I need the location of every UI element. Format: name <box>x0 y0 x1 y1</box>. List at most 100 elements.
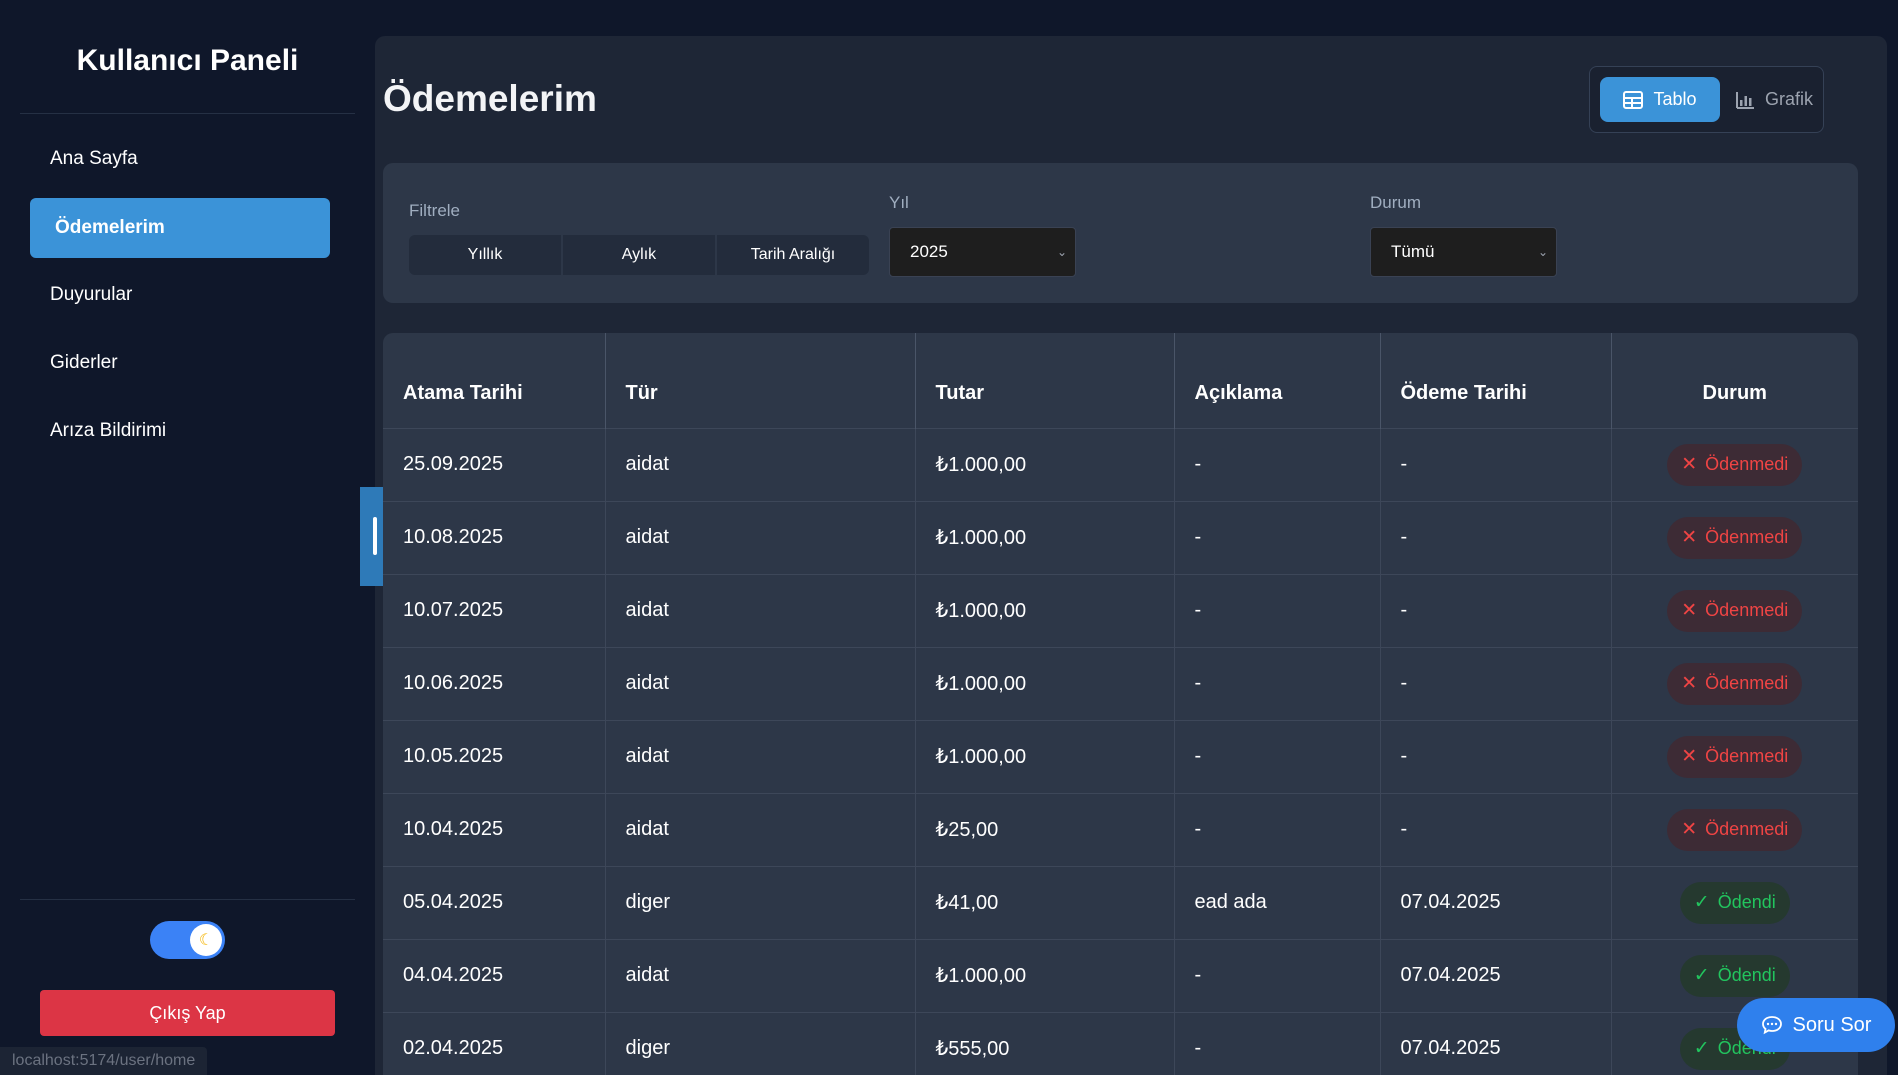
column-header-assign-date[interactable]: Atama Tarihi <box>383 333 606 428</box>
cell-assign-date: 10.07.2025 <box>383 573 606 647</box>
help-button[interactable]: Soru Sor <box>1737 998 1895 1052</box>
chevron-down-icon: ⌄ <box>1056 245 1067 259</box>
filter-period-segment: Yıllık Aylık Tarih Aralığı <box>409 235 869 275</box>
cell-amount: ₺1.000,00 <box>915 573 1175 647</box>
table-row: 10.06.2025 aidat ₺1.000,00- - ✕ Ödenmedi <box>383 646 1858 720</box>
sidebar-title: Kullanıcı Paneli <box>76 44 299 77</box>
table-row: 25.09.2025 aidat ₺1.000,00- - ✕ Ödenmedi <box>383 427 1858 501</box>
moon-icon: ☾ <box>190 924 222 956</box>
theme-toggle[interactable]: ☾ <box>150 921 225 959</box>
check-icon: ✓ <box>1693 892 1710 913</box>
status-badge: ✕ Ödenmedi <box>1667 516 1803 559</box>
cell-assign-date: 02.04.2025 <box>383 1011 606 1075</box>
status-badge-label: Ödendi <box>1717 892 1776 912</box>
table-row: 10.08.2025 aidat ₺1.000,00- - ✕ Ödenmedi <box>383 500 1858 574</box>
cell-description: - <box>1174 573 1381 647</box>
close-icon: ✕ <box>1681 527 1698 548</box>
handle-grip-icon <box>373 517 377 555</box>
payments-table-panel: Atama Tarihi Tür Tutar Açıklama Ödeme Ta… <box>383 333 1858 1075</box>
cell-type: aidat <box>605 427 916 501</box>
column-header-payment-date[interactable]: Ödeme Tarihi <box>1380 333 1612 428</box>
cell-status: ✕ Ödenmedi <box>1611 500 1858 574</box>
chart-icon <box>1735 91 1754 109</box>
status-badge-label: Ödenmedi <box>1705 600 1789 620</box>
cell-amount: ₺1.000,00 <box>915 646 1175 720</box>
cell-description: - <box>1174 1011 1381 1075</box>
status-select[interactable]: Tümü ⌄ <box>1370 227 1557 277</box>
status-badge: ✕ Ödenmedi <box>1667 443 1803 486</box>
year-label: Yıl <box>889 193 909 212</box>
sidebar-item-duyurular[interactable]: Duyurular <box>30 265 330 325</box>
column-header-amount[interactable]: Tutar <box>915 333 1175 428</box>
cell-assign-date: 05.04.2025 <box>383 865 606 939</box>
cell-assign-date: 10.05.2025 <box>383 719 606 793</box>
status-badge-label: Ödenmedi <box>1705 527 1789 547</box>
sidebar-divider <box>20 899 355 900</box>
cell-type: aidat <box>605 792 916 866</box>
cell-status: ✕ Ödenmedi <box>1611 646 1858 720</box>
logout-button[interactable]: Çıkış Yap <box>40 990 335 1036</box>
cell-assign-date: 25.09.2025 <box>383 427 606 501</box>
table-header-row: Atama Tarihi Tür Tutar Açıklama Ödeme Ta… <box>383 333 1858 428</box>
cell-type: diger <box>605 865 916 939</box>
chart-view-button[interactable]: Grafik <box>1730 77 1818 122</box>
help-button-label: Soru Sor <box>1792 1013 1872 1036</box>
cell-status: ✓ Ödendi <box>1611 865 1858 939</box>
table-row: 05.04.2025 diger ₺41,00 ead ada 07.04.2025 ✓ Ö… <box>383 865 1858 939</box>
cell-amount: ₺1.000,00 <box>915 719 1175 793</box>
filter-date-range-button[interactable]: Tarih Aralığı <box>717 235 869 275</box>
year-select[interactable]: 2025 ⌄ <box>889 227 1076 277</box>
chart-view-label: Grafik <box>1764 89 1813 109</box>
cell-assign-date: 10.06.2025 <box>383 646 606 720</box>
status-url: localhost:5174/user/home <box>0 1047 208 1075</box>
page-title: Ödemelerim <box>383 78 597 119</box>
cell-type: aidat <box>605 573 916 647</box>
filter-monthly-button[interactable]: Aylık <box>563 235 715 275</box>
table-row: 10.07.2025 aidat ₺1.000,00- - ✕ Ödenmedi <box>383 573 1858 647</box>
chat-icon <box>1761 1016 1782 1035</box>
status-badge: ✓ Ödendi <box>1679 954 1790 997</box>
status-badge: ✕ Ödenmedi <box>1667 589 1803 632</box>
column-header-status[interactable]: Durum <box>1611 333 1858 428</box>
sidebar-item-odemelerim[interactable]: Ödemelerim <box>30 198 330 258</box>
table-icon <box>1623 90 1644 109</box>
cell-status: ✕ Ödenmedi <box>1611 427 1858 501</box>
status-badge: ✓ Ödendi <box>1679 881 1790 924</box>
cell-description: - <box>1174 938 1381 1012</box>
view-toggle: Tablo Grafik <box>1589 66 1824 133</box>
cell-payment-date: 07.04.2025 <box>1380 865 1612 939</box>
cell-status: ✕ Ödenmedi <box>1611 719 1858 793</box>
cell-description: - <box>1174 646 1381 720</box>
cell-description: - <box>1174 719 1381 793</box>
sidebar-item-ariza-bildirimi[interactable]: Arıza Bildirimi <box>30 401 330 461</box>
cell-assign-date: 04.04.2025 <box>383 938 606 1012</box>
table-row: 04.04.2025 aidat ₺1.000,00-07.04.2025 ✓ Öden… <box>383 938 1858 1012</box>
column-header-description[interactable]: Açıklama <box>1174 333 1381 428</box>
cell-payment-date: - <box>1380 427 1612 501</box>
cell-description: ead ada <box>1174 865 1381 939</box>
cell-payment-date: - <box>1380 792 1612 866</box>
cell-status: ✕ Ödenmedi <box>1611 792 1858 866</box>
year-select-value: 2025 <box>910 242 948 261</box>
filter-yearly-button[interactable]: Yıllık <box>409 235 561 275</box>
sidebar-item-ana-sayfa[interactable]: Ana Sayfa <box>30 129 330 189</box>
close-icon: ✕ <box>1681 454 1698 475</box>
status-label: Durum <box>1370 193 1422 212</box>
cell-payment-date: 07.04.2025 <box>1380 1011 1612 1075</box>
cell-description: - <box>1174 792 1381 866</box>
filter-panel: Filtrele Yıllık Aylık Tarih Aralığı Yıl … <box>383 163 1858 303</box>
sidebar-item-giderler[interactable]: Giderler <box>30 333 330 393</box>
check-icon: ✓ <box>1693 1038 1710 1060</box>
cell-amount: ₺25,00 <box>915 792 1175 866</box>
cell-payment-date: - <box>1380 573 1612 647</box>
cell-status: ✕ Ödenmedi <box>1611 573 1858 647</box>
sidebar-divider <box>20 113 355 114</box>
cell-payment-date: - <box>1380 646 1612 720</box>
status-badge: ✕ Ödenmedi <box>1667 662 1803 705</box>
cell-assign-date: 10.08.2025 <box>383 500 606 574</box>
table-view-button[interactable]: Tablo <box>1600 77 1720 122</box>
cell-amount: ₺555,00 <box>915 1011 1175 1075</box>
filter-label: Filtrele <box>409 201 461 220</box>
column-header-type[interactable]: Tür <box>605 333 916 428</box>
status-badge-label: Ödenmedi <box>1705 454 1789 474</box>
